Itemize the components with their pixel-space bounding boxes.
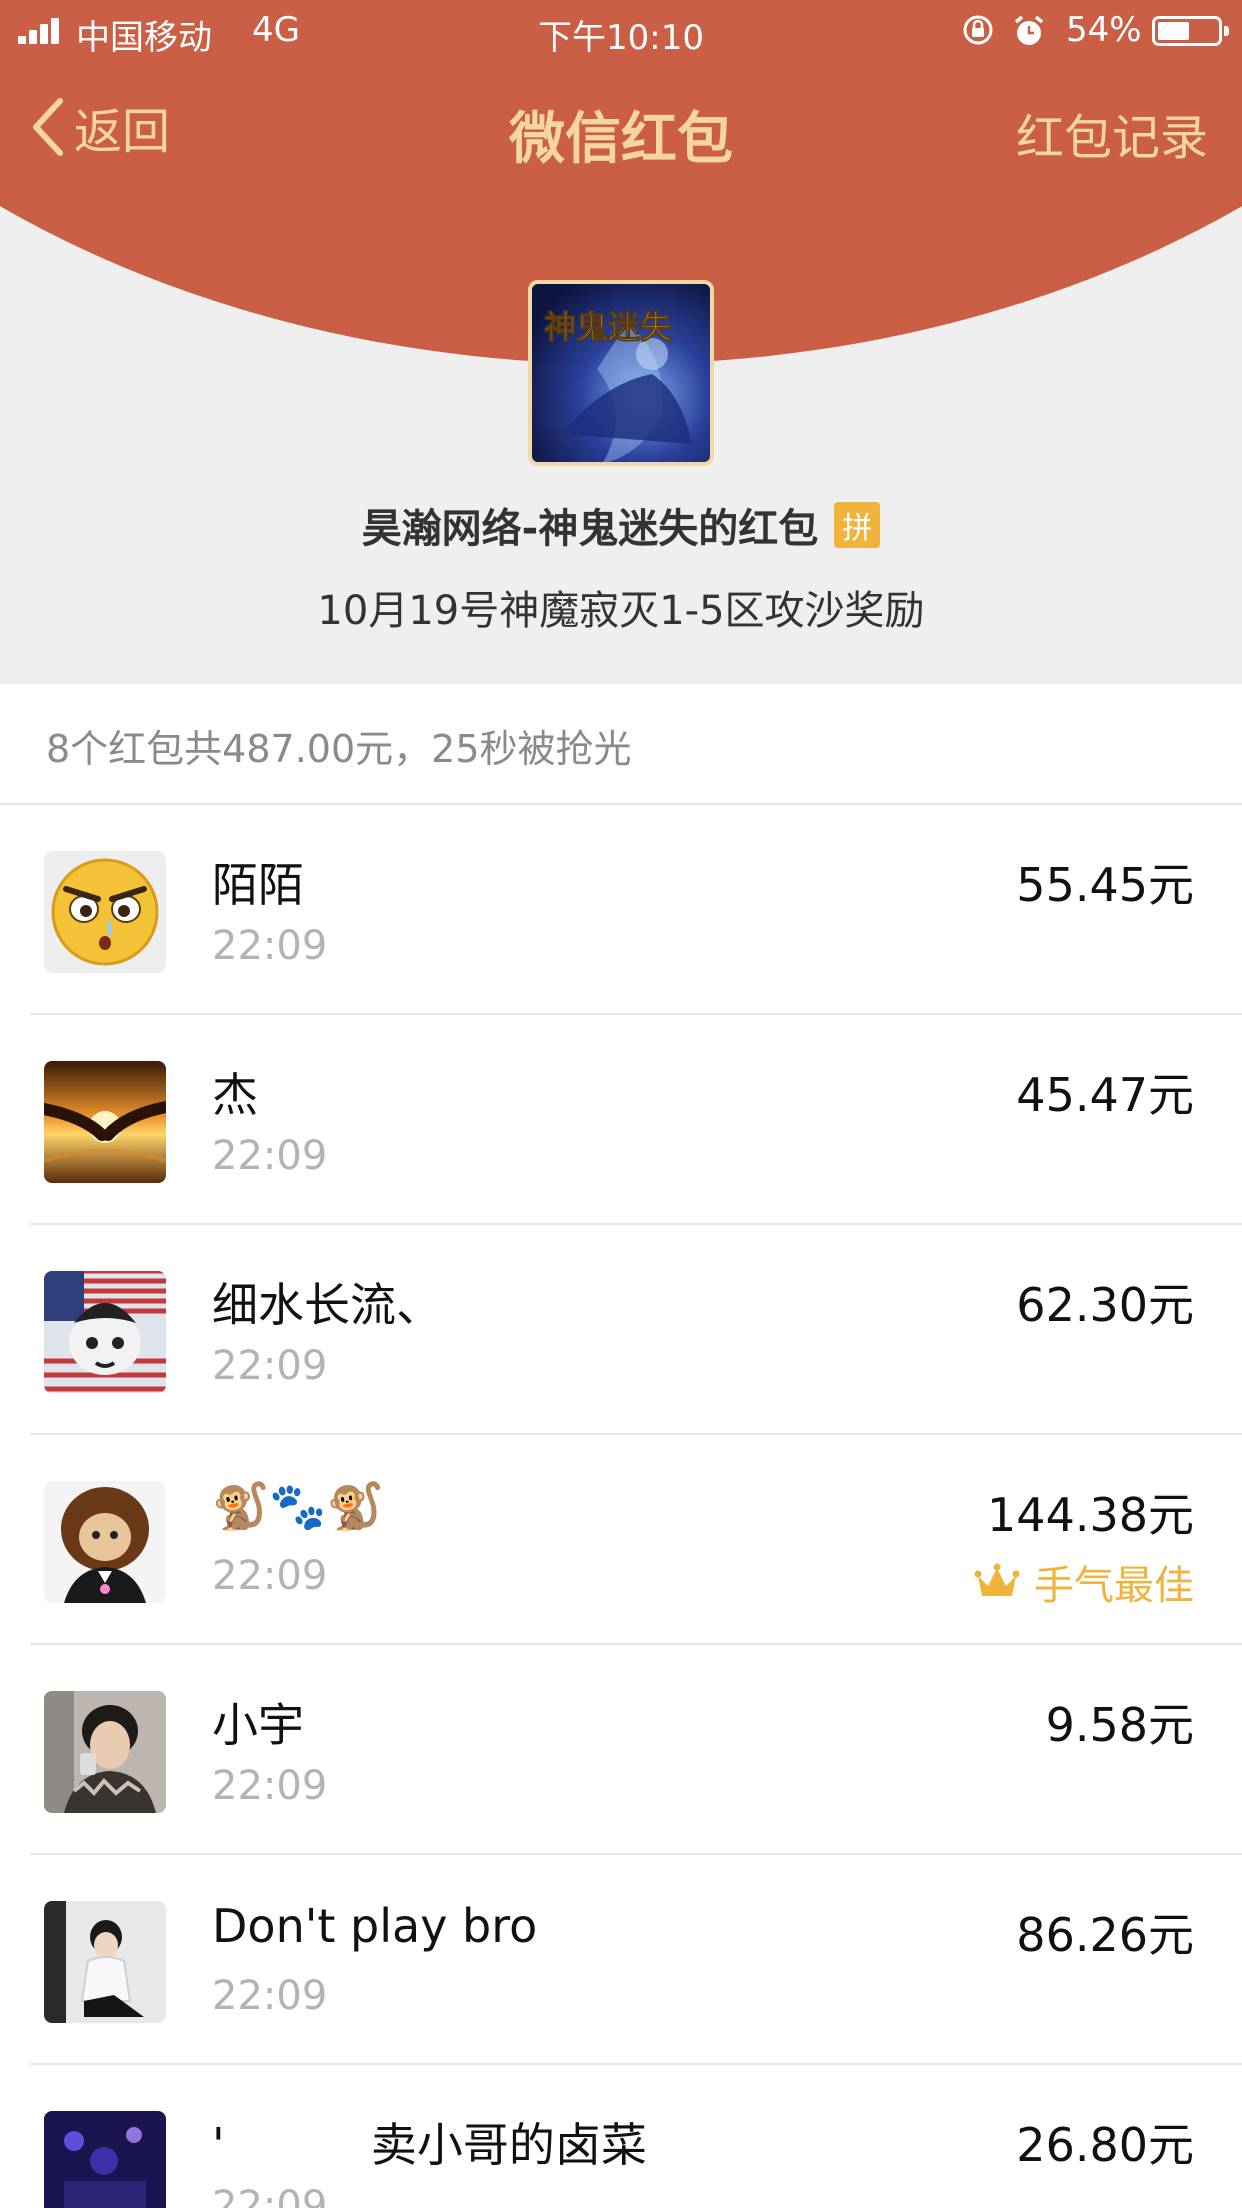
boy-portrait-avatar[interactable] — [44, 1691, 166, 1813]
navigation-bar: 返回 微信红包 红包记录 — [0, 64, 1242, 188]
monchhichi-avatar[interactable] — [44, 1481, 166, 1603]
grab-amount: 26.80元 — [1016, 2118, 1194, 2172]
best-luck-label: 手气最佳 — [1034, 1563, 1194, 1609]
grab-time: 22:09 — [212, 2183, 328, 2208]
grab-amount: 62.30元 — [1016, 1278, 1194, 1332]
summary-text: 8个红包共487.00元，25秒被抢光 — [46, 727, 632, 771]
red-packet-header: 中国移动 4G 下午10:10 54% 返回 微信红包 红包记录 神鬼迷失 昊瀚… — [0, 0, 1242, 684]
best-luck-badge: 手气最佳 — [974, 1553, 1194, 1611]
recipient-name: ' 卖小哥的卤菜 — [212, 2118, 647, 2172]
grab-time: 22:09 — [212, 1553, 328, 1599]
list-item[interactable]: 杰 22:09 45.47元 — [0, 1015, 1242, 1225]
recipient-name: 杰 — [212, 1068, 258, 1122]
recipient-name: 小宇 — [212, 1698, 304, 1752]
rotation-lock-icon — [963, 15, 993, 45]
list-item[interactable]: 细水长流、 22:09 62.30元 — [0, 1225, 1242, 1435]
list-item[interactable]: 小宇 22:09 9.58元 — [0, 1645, 1242, 1855]
sender-line: 昊瀚网络-神鬼迷失的红包 拼 — [0, 496, 1242, 554]
packet-greeting: 10月19号神魔寂灭1-5区攻沙奖励 — [317, 588, 925, 634]
sunset-hands-avatar[interactable] — [44, 1061, 166, 1183]
clock: 下午10:10 — [538, 18, 704, 58]
status-bar: 中国移动 4G 下午10:10 54% — [0, 0, 1242, 64]
grab-time: 22:09 — [212, 1973, 328, 2019]
grab-time: 22:09 — [212, 1133, 328, 1179]
list-item[interactable]: 🐒🐾🐒 22:09 144.38元 手气最佳 — [0, 1435, 1242, 1645]
sender-name: 昊瀚网络-神鬼迷失的红包 — [361, 506, 819, 552]
game-logo-text: 神鬼迷失 — [544, 308, 673, 346]
recipient-name: 细水长流、 — [212, 1278, 442, 1332]
recipient-name: Don't play bro — [212, 1899, 538, 1953]
alarm-icon — [1014, 15, 1044, 45]
grab-amount: 144.38元 — [987, 1488, 1194, 1542]
grab-time: 22:09 — [212, 1763, 328, 1809]
sender-avatar[interactable]: 神鬼迷失 — [528, 280, 714, 466]
list-item[interactable]: 陌陌 22:09 55.45元 — [0, 805, 1242, 1015]
sitting-boy-avatar[interactable] — [44, 1901, 166, 2023]
crown-icon — [974, 1563, 1020, 1596]
night-light-avatar[interactable] — [44, 2111, 166, 2208]
list-item[interactable]: ' 卖小哥的卤菜 22:09 26.80元 — [0, 2065, 1242, 2208]
battery-percent: 54% — [1066, 10, 1142, 50]
list-item[interactable]: Don't play bro 22:09 86.26元 — [0, 1855, 1242, 2065]
battery-icon — [1152, 16, 1229, 46]
grab-time: 22:09 — [212, 1343, 328, 1389]
grab-amount: 45.47元 — [1016, 1068, 1194, 1122]
angry-emoji-avatar[interactable] — [44, 851, 166, 973]
grab-time: 22:09 — [212, 923, 328, 969]
recipient-name: 🐒🐾🐒 — [212, 1479, 384, 1533]
recipient-name: 陌陌 — [212, 858, 304, 912]
packet-summary: 8个红包共487.00元，25秒被抢光 — [0, 684, 1242, 805]
grab-amount: 86.26元 — [1016, 1908, 1194, 1962]
grab-amount: 55.45元 — [1016, 858, 1194, 912]
cat-avatar[interactable] — [44, 1271, 166, 1393]
game-logo-image: 神鬼迷失 — [532, 284, 710, 462]
group-packet-badge: 拼 — [834, 502, 881, 548]
red-packet-records-button[interactable]: 红包记录 — [1016, 98, 1208, 168]
grab-amount: 9.58元 — [1045, 1698, 1194, 1752]
